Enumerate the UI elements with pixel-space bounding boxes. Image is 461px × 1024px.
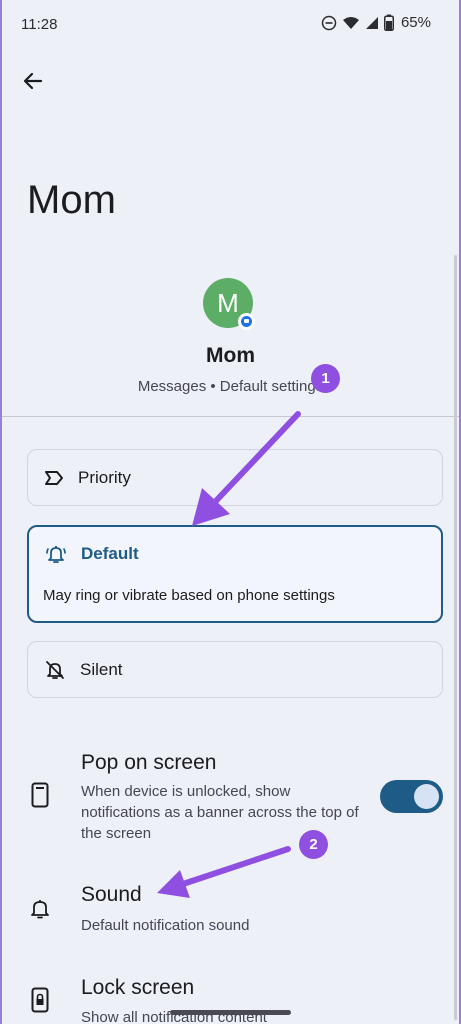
page-title: Mom (27, 178, 116, 222)
battery-icon (383, 14, 394, 31)
bell-icon (28, 897, 52, 921)
annotation-arrow-2 (157, 846, 291, 898)
option-silent[interactable]: Silent (27, 641, 443, 698)
status-time: 11:28 (21, 16, 58, 33)
lock-screen-icon (28, 987, 52, 1013)
status-bar: 11:28 65% (0, 0, 461, 48)
messages-app-badge-icon (238, 313, 255, 330)
option-priority[interactable]: Priority (27, 449, 443, 506)
battery-percent: 65% (400, 14, 431, 31)
scrollbar[interactable] (454, 255, 457, 1020)
setting-sound-title: Sound (81, 883, 142, 906)
contact-name: Mom (206, 344, 255, 367)
step-badge-1: 1 (311, 364, 340, 393)
wifi-icon (342, 16, 359, 29)
setting-pop-on-screen-description: When device is unlocked, show notificati… (81, 783, 359, 842)
phone-icon (28, 782, 52, 808)
bell-off-icon (46, 661, 64, 679)
priority-icon (45, 471, 63, 485)
home-indicator[interactable] (170, 1010, 291, 1015)
annotation-arrows (157, 411, 301, 898)
back-button[interactable] (16, 64, 50, 98)
pop-on-screen-toggle[interactable] (380, 780, 443, 813)
arrow-back-icon (23, 72, 43, 90)
screen-frame (0, 0, 461, 1024)
status-icons: 65% (321, 14, 431, 31)
setting-lock-screen-title: Lock screen (81, 976, 195, 999)
divider (0, 416, 459, 417)
option-silent-label: Silent (80, 660, 123, 679)
setting-sound-description: Default notification sound (81, 917, 250, 934)
bell-ring-icon (46, 546, 66, 563)
step-badge-2: 2 (299, 830, 328, 859)
cell-signal-icon (365, 16, 378, 29)
do-not-disturb-icon (321, 15, 337, 30)
option-priority-label: Priority (78, 468, 131, 487)
setting-pop-on-screen-title: Pop on screen (81, 751, 217, 774)
contact-subtitle: Messages • Default settings (137, 378, 324, 395)
option-default[interactable]: Default May ring or vibrate based on pho… (27, 525, 443, 623)
toggle-knob (414, 784, 439, 809)
option-default-label: Default (81, 544, 139, 563)
option-default-description: May ring or vibrate based on phone setti… (43, 587, 335, 604)
